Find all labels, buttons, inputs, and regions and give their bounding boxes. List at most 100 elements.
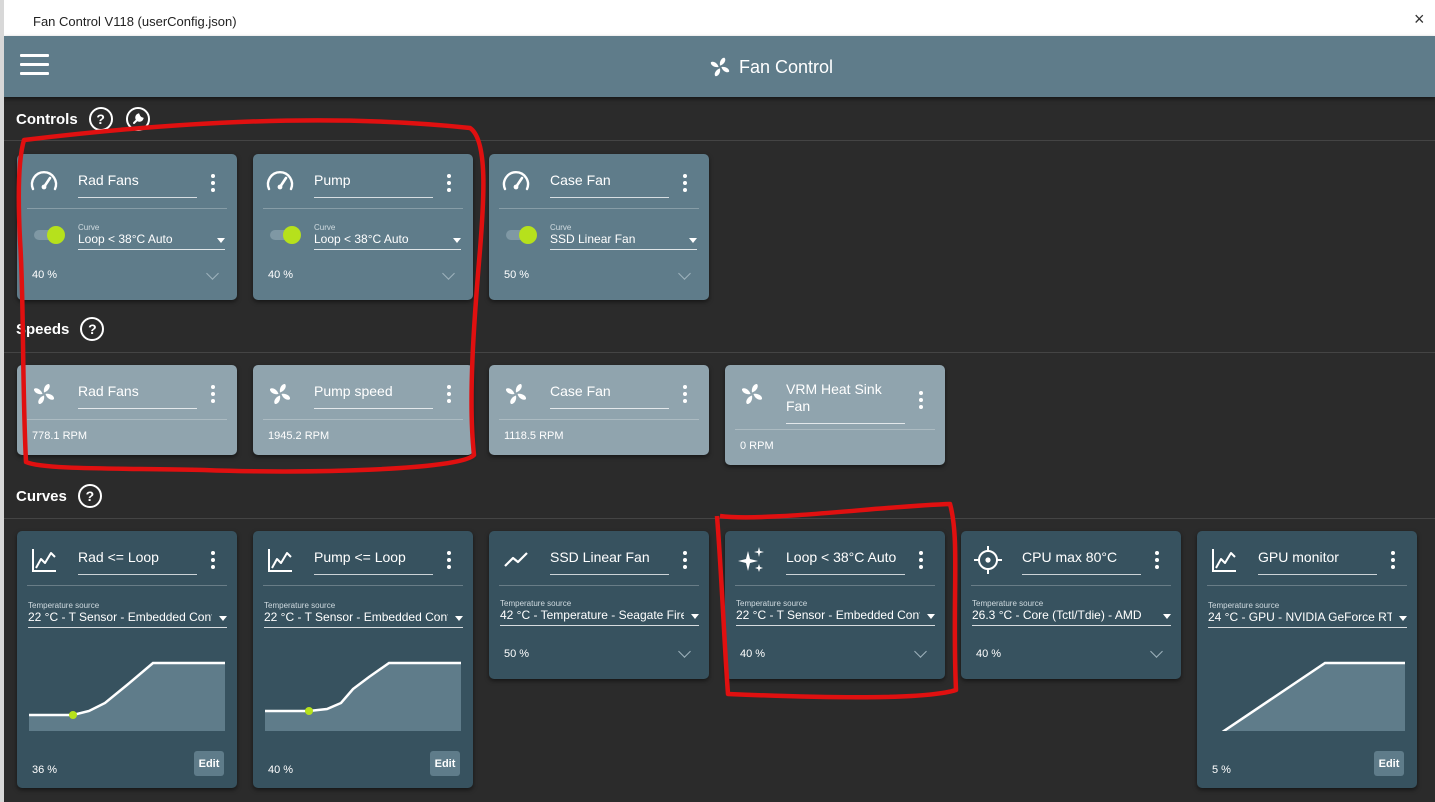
dropdown-arrow-icon — [455, 616, 463, 621]
sensor-name[interactable]: Pump speed — [314, 383, 433, 409]
target-icon — [974, 546, 1002, 574]
app-title-text: Fan Control — [739, 56, 834, 77]
app-title: Fan Control — [709, 56, 833, 78]
speeds-label: Speeds — [16, 320, 70, 338]
divider — [499, 585, 699, 586]
control-name[interactable]: Rad Fans — [78, 172, 197, 198]
control-name[interactable]: Case Fan — [550, 172, 669, 198]
enable-toggle[interactable] — [270, 226, 301, 244]
curve-card: Pump <= Loop Temperature source 22 °C - T … — [253, 531, 473, 788]
curves-header: Curves ? — [16, 484, 114, 508]
rpm-value: 0 RPM — [740, 440, 774, 452]
close-icon[interactable]: × — [1414, 10, 1425, 28]
curve-name[interactable]: Rad <= Loop — [78, 549, 197, 575]
edit-button[interactable]: Edit — [430, 751, 460, 776]
divider — [1207, 585, 1407, 586]
controls-label: Controls — [16, 110, 78, 128]
chevron-down-icon[interactable] — [442, 267, 455, 280]
curve-card: GPU monitor Temperature source 24 °C - GPU… — [1197, 531, 1417, 788]
curve-card: CPU max 80°C Temperature source 26.3 °C - … — [961, 531, 1181, 679]
fan-curve-graph[interactable] — [1209, 643, 1405, 731]
sensor-name[interactable]: VRM Heat Sink Fan — [786, 381, 905, 424]
more-menu-icon[interactable] — [446, 551, 452, 569]
temperature-source-value: 26.3 °C - Core (Tctl/Tdie) - AMD — [972, 608, 1142, 622]
menu-icon[interactable] — [20, 54, 49, 76]
curve-name[interactable]: GPU monitor — [1258, 549, 1377, 575]
graph-icon — [268, 549, 292, 572]
curve-select[interactable]: Curve SSD Linear Fan — [550, 223, 697, 250]
more-menu-icon[interactable] — [682, 385, 688, 403]
curve-percent: 36 % — [32, 764, 58, 776]
curve-name[interactable]: CPU max 80°C — [1022, 549, 1141, 575]
temperature-source-value: 22 °C - T Sensor - Embedded Cont — [736, 608, 920, 622]
more-menu-icon[interactable] — [210, 174, 216, 192]
chevron-down-icon[interactable] — [678, 645, 691, 658]
dropdown-arrow-icon — [1399, 616, 1407, 621]
more-menu-icon[interactable] — [1154, 551, 1160, 569]
more-menu-icon[interactable] — [446, 385, 452, 403]
sensor-name[interactable]: Rad Fans — [78, 383, 197, 409]
divider — [263, 419, 463, 420]
more-menu-icon[interactable] — [918, 391, 924, 409]
more-menu-icon[interactable] — [682, 174, 688, 192]
control-card: Pump Curve Loop < 38°C Auto 40 % — [253, 154, 473, 300]
divider — [735, 429, 935, 430]
fan-icon — [710, 57, 730, 77]
temperature-source-select[interactable]: Temperature source 22 °C - T Sensor - Emb… — [28, 601, 227, 628]
chevron-down-icon[interactable] — [1150, 645, 1163, 658]
fan-curve-graph[interactable] — [29, 643, 225, 731]
curve-percent: 5 % — [1212, 764, 1231, 776]
temperature-source-caption: Temperature source — [972, 599, 1044, 608]
wrench-icon[interactable] — [125, 106, 151, 132]
chevron-down-icon[interactable] — [914, 645, 927, 658]
help-icon[interactable]: ? — [80, 317, 105, 341]
control-name[interactable]: Pump — [314, 172, 433, 198]
temperature-source-caption: Temperature source — [1208, 601, 1280, 610]
sparkle-icon — [738, 547, 764, 572]
curve-caption: Curve — [550, 223, 572, 232]
speeds-header: Speeds ? — [16, 317, 116, 341]
curve-caption: Curve — [78, 223, 100, 232]
temperature-source-select[interactable]: Temperature source 22 °C - T Sensor - Emb… — [736, 599, 935, 626]
divider — [27, 585, 227, 586]
more-menu-icon[interactable] — [210, 385, 216, 403]
curve-name[interactable]: Loop < 38°C Auto — [786, 549, 905, 575]
graph-icon — [32, 549, 56, 572]
gauge-icon — [266, 171, 294, 191]
app-window: Fan Control V118 (userConfig.json) × Fan… — [0, 0, 1435, 802]
more-menu-icon[interactable] — [918, 551, 924, 569]
temperature-source-select[interactable]: Temperature source 26.3 °C - Core (Tctl/T… — [972, 599, 1171, 626]
help-icon[interactable]: ? — [88, 107, 113, 131]
dropdown-arrow-icon — [219, 616, 227, 621]
enable-toggle[interactable] — [34, 226, 65, 244]
curve-name[interactable]: SSD Linear Fan — [550, 549, 669, 575]
dropdown-arrow-icon — [927, 614, 935, 619]
dropdown-arrow-icon — [217, 238, 225, 243]
curve-percent: 40 % — [740, 648, 766, 660]
edit-button[interactable]: Edit — [1374, 751, 1404, 776]
temperature-source-select[interactable]: Temperature source 24 °C - GPU - NVIDIA G… — [1208, 601, 1407, 628]
temperature-source-select[interactable]: Temperature source 42 °C - Temperature - … — [500, 599, 699, 626]
curves-label: Curves — [16, 487, 67, 505]
chevron-down-icon[interactable] — [678, 267, 691, 280]
curve-area — [265, 663, 461, 731]
more-menu-icon[interactable] — [446, 174, 452, 192]
curve-select[interactable]: Curve Loop < 38°C Auto — [78, 223, 225, 250]
fan-curve-graph[interactable] — [265, 643, 461, 731]
chevron-down-icon[interactable] — [206, 267, 219, 280]
curve-percent: 40 % — [268, 764, 294, 776]
divider — [263, 208, 463, 209]
sensor-name[interactable]: Case Fan — [550, 383, 669, 409]
temperature-source-select[interactable]: Temperature source 22 °C - T Sensor - Emb… — [264, 601, 463, 628]
curve-name[interactable]: Pump <= Loop — [314, 549, 433, 575]
help-icon[interactable]: ? — [77, 484, 102, 508]
curve-select[interactable]: Curve Loop < 38°C Auto — [314, 223, 461, 250]
enable-toggle[interactable] — [506, 226, 537, 244]
temperature-source-value: 24 °C - GPU - NVIDIA GeForce RTX — [1208, 610, 1392, 624]
curve-percent: 50 % — [504, 648, 530, 660]
more-menu-icon[interactable] — [682, 551, 688, 569]
more-menu-icon[interactable] — [1390, 551, 1396, 569]
more-menu-icon[interactable] — [210, 551, 216, 569]
edit-button[interactable]: Edit — [194, 751, 224, 776]
graph-icon — [1212, 549, 1236, 572]
